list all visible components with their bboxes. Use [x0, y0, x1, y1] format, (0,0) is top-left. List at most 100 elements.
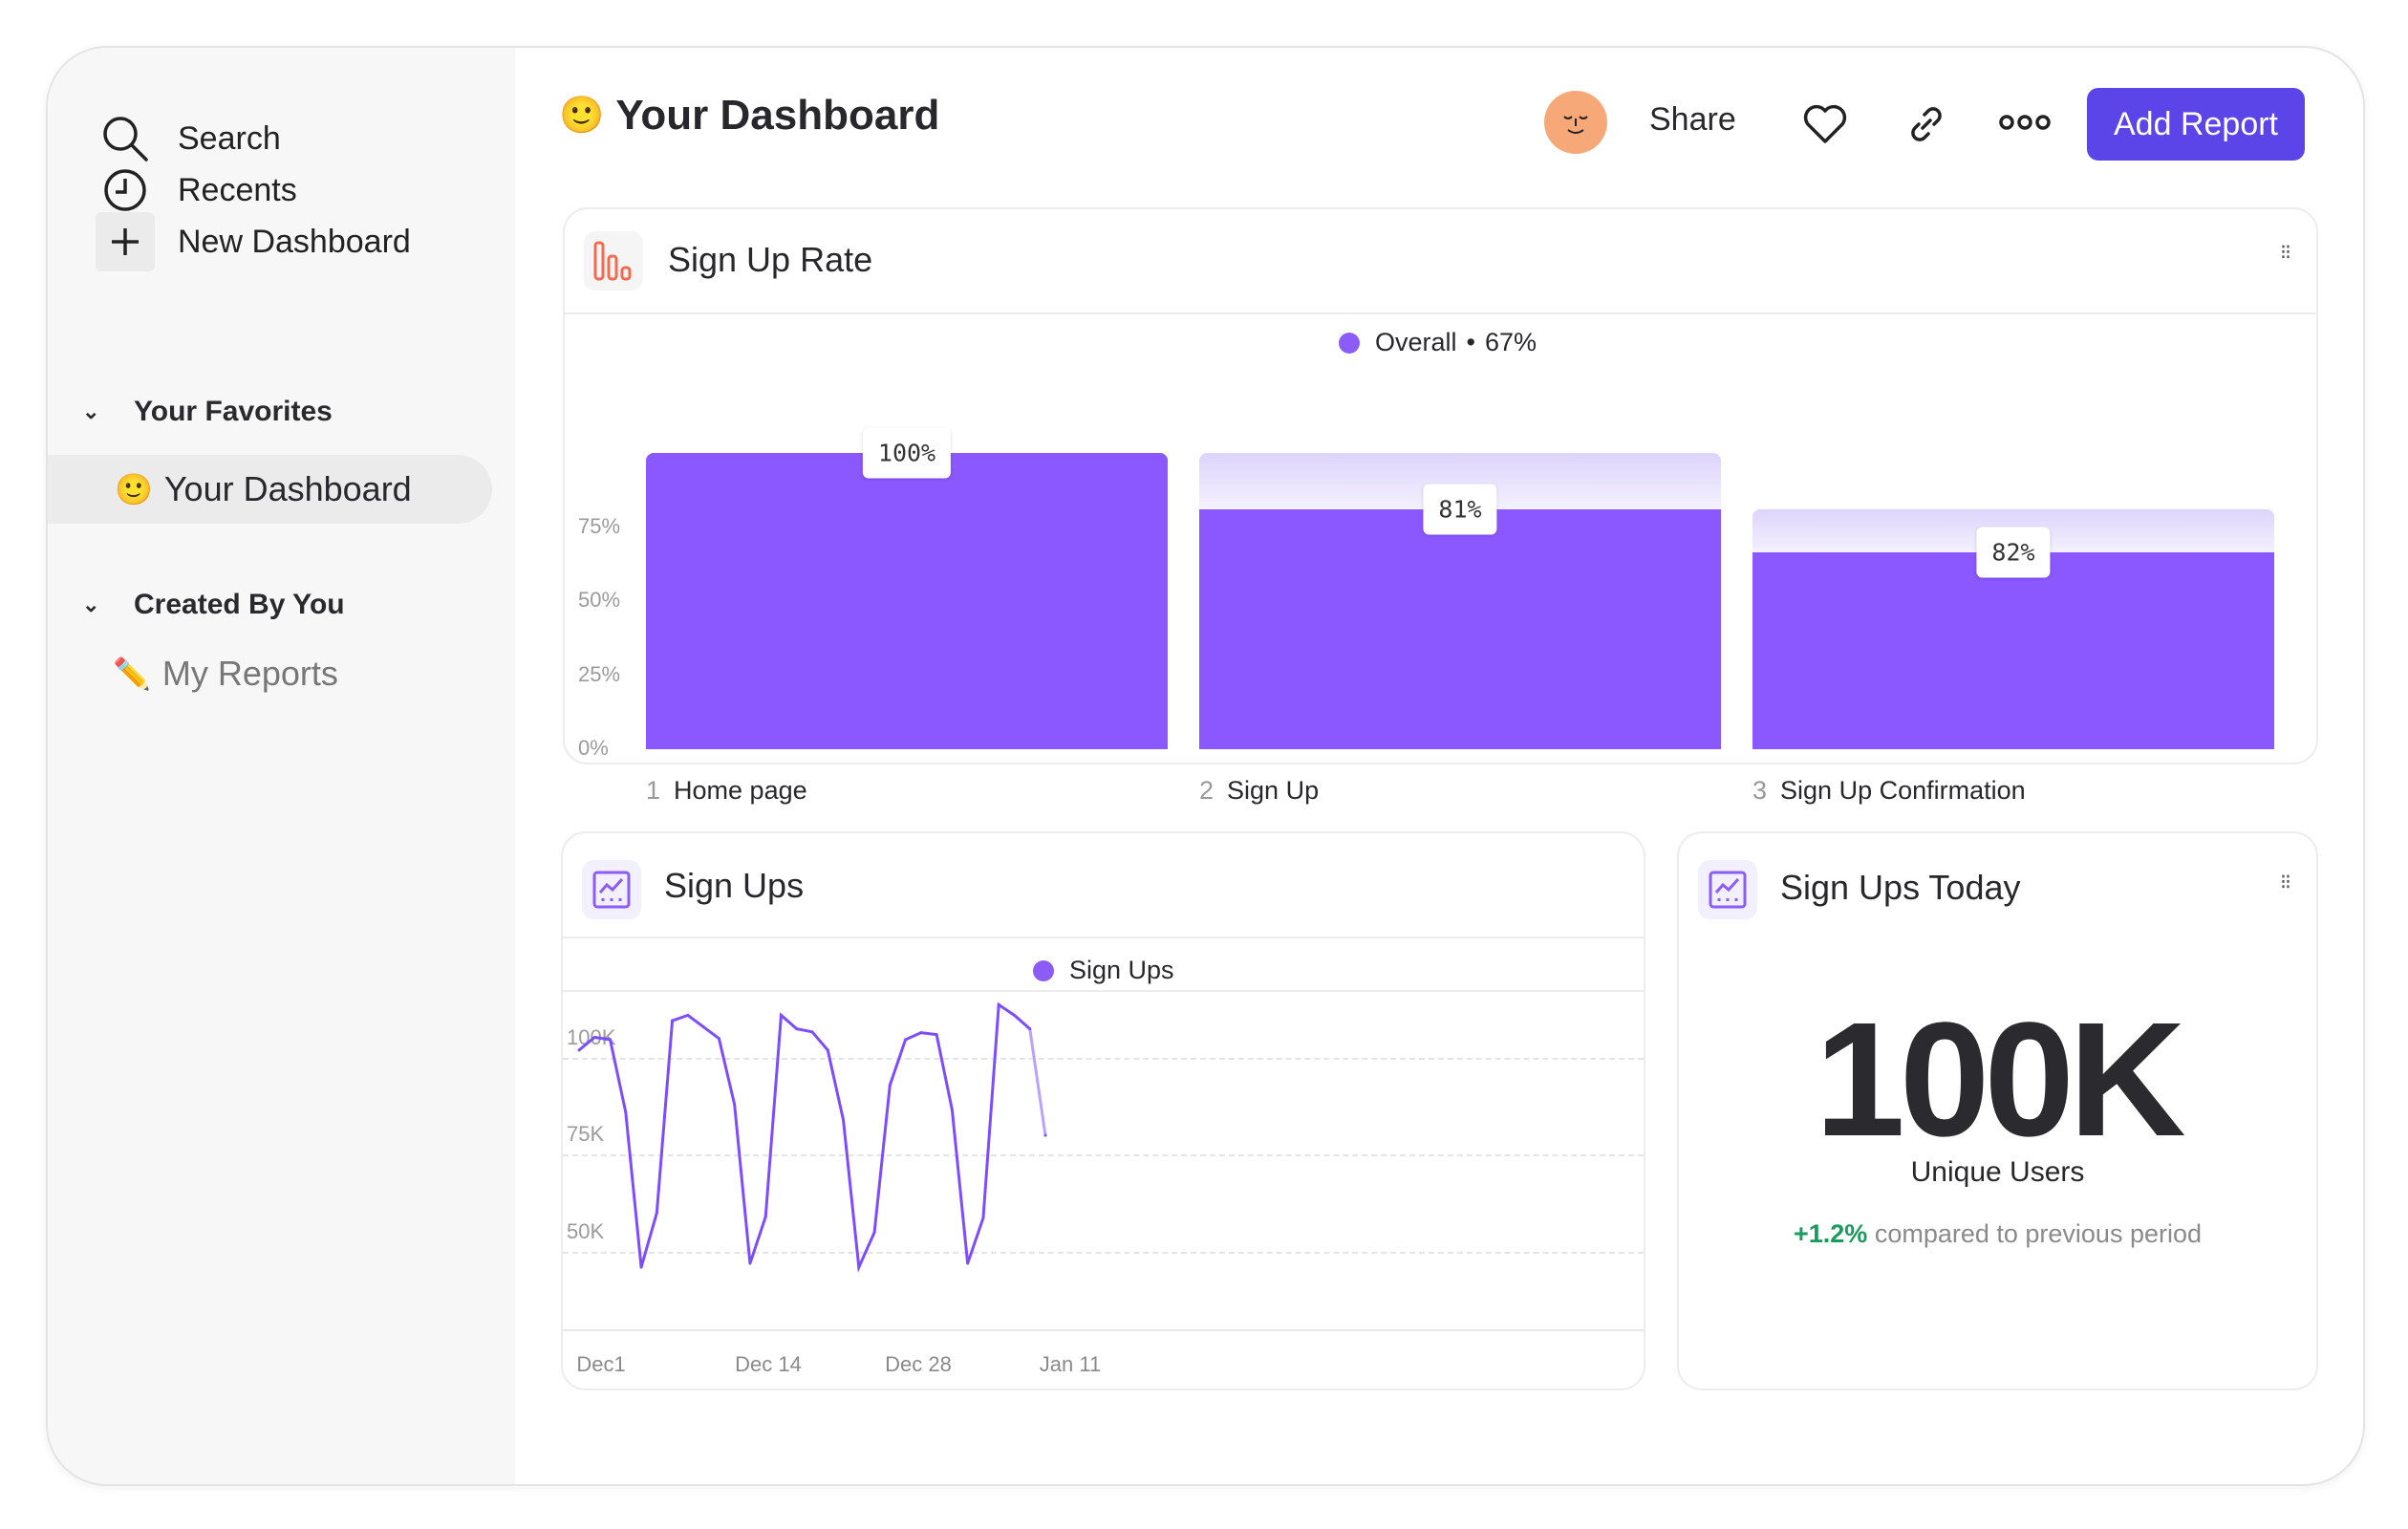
chevron-down-icon: ⌄: [82, 592, 100, 616]
step-label: 2 Sign Up: [1199, 776, 1319, 806]
data-point: [609, 1038, 613, 1042]
recents-label: Recents: [178, 171, 297, 208]
funnel-bar: [1752, 552, 2274, 749]
step-name: Sign Up Confirmation: [1780, 776, 2026, 805]
data-point: [935, 1033, 938, 1037]
change-summary: +1.2% compared to previous period: [1679, 1219, 2316, 1249]
data-point: [842, 1118, 846, 1122]
line-chart-icon: [1698, 860, 1757, 919]
drag-handle-icon[interactable]: ⁝⁝: [2280, 872, 2291, 893]
data-point: [966, 1261, 970, 1265]
sign-ups-card: Sign Ups Sign Ups 50K 75K 100K Dec1 Dec 14 De…: [561, 831, 1645, 1390]
new-dashboard-label: New Dashboard: [178, 223, 411, 260]
y-tick-label: 25%: [578, 661, 621, 686]
created-header: Created By You: [134, 589, 345, 620]
smiley-icon: 🙂: [559, 96, 605, 136]
step-label: 1 Home page: [646, 776, 807, 806]
data-point: [904, 1038, 908, 1042]
chevron-down-icon: ⌄: [82, 399, 100, 423]
data-point: [826, 1048, 829, 1052]
divider: [565, 312, 2316, 314]
data-point: [950, 1108, 954, 1111]
legend-separator: •: [1466, 328, 1475, 356]
legend-label: Overall: [1375, 328, 1457, 356]
data-label: 82%: [1976, 527, 2051, 578]
line-series: [577, 1001, 1047, 1273]
favorites-header: Your Favorites: [134, 396, 333, 427]
pencil-icon: ✏️: [113, 657, 151, 691]
data-point: [592, 1035, 596, 1039]
my-reports-label: My Reports: [161, 654, 338, 693]
data-point: [857, 1265, 861, 1269]
sign-ups-line: [578, 1001, 1031, 1273]
app-window: Search Recents New Dashboard ⌄ Your Favo…: [46, 46, 2365, 1486]
more-icon: [1999, 115, 2051, 130]
clock-icon: [96, 161, 155, 220]
avatar-face-icon: [1563, 116, 1588, 134]
share-button[interactable]: Share: [1649, 101, 1736, 139]
y-tick-label: 75%: [578, 513, 621, 538]
favorite-button[interactable]: [1802, 103, 1848, 150]
step-number: 3: [1752, 776, 1768, 805]
favorite-label: Your Dashboard: [163, 469, 412, 508]
sidebar-search[interactable]: Search: [96, 109, 281, 168]
sign-ups-today-card: Sign Ups Today ⁝⁝ 100K Unique Users +1.2…: [1677, 831, 2318, 1390]
sign-ups-line-incomplete: [1028, 1028, 1047, 1136]
sidebar-item-my-reports[interactable]: ✏️ My Reports: [113, 654, 338, 694]
x-tick-label: Dec 14: [735, 1352, 802, 1376]
link-icon: [1911, 107, 1942, 141]
sidebar: Search Recents New Dashboard ⌄ Your Favo…: [48, 48, 515, 1484]
data-point: [624, 1110, 628, 1114]
search-label: Search: [178, 119, 281, 157]
plus-icon: [96, 212, 155, 271]
avatar[interactable]: [1544, 91, 1607, 154]
data-point: [1028, 1027, 1032, 1031]
sidebar-item-your-dashboard[interactable]: 🙂 Your Dashboard: [48, 455, 492, 524]
funnel-chart-icon: [584, 231, 643, 291]
copy-link-button[interactable]: [1905, 103, 1947, 150]
data-label: 100%: [862, 427, 952, 479]
favorites-section-toggle[interactable]: ⌄ Your Favorites: [82, 396, 333, 428]
data-point: [717, 1037, 720, 1041]
smiley-icon: 🙂: [115, 472, 153, 506]
y-tick-label: 0%: [578, 736, 609, 760]
data-point: [888, 1083, 892, 1087]
sidebar-recents[interactable]: Recents: [96, 161, 297, 220]
data-point: [981, 1217, 985, 1220]
search-icon: [96, 109, 155, 168]
data-label: 81%: [1423, 484, 1497, 535]
data-point: [810, 1030, 814, 1034]
data-point: [655, 1211, 658, 1215]
sign-up-rate-card: Sign Up Rate ⁝⁝ Overall • 67% 0% 25% 50% 75…: [563, 207, 2318, 805]
x-tick-label: Dec1: [576, 1352, 626, 1376]
sidebar-new-dashboard[interactable]: New Dashboard: [96, 212, 411, 271]
drag-handle-icon[interactable]: ⁝⁝: [2280, 242, 2291, 263]
funnel-bar: [1199, 508, 1721, 749]
data-point: [733, 1103, 737, 1107]
data-point: [997, 1002, 1000, 1006]
more-button[interactable]: [1999, 111, 2051, 139]
data-point: [779, 1013, 783, 1017]
add-report-button[interactable]: Add Report: [2087, 88, 2305, 161]
change-value: +1.2%: [1793, 1219, 1868, 1248]
data-point: [701, 1025, 705, 1029]
data-point: [577, 1048, 581, 1052]
data-point: [639, 1265, 643, 1269]
data-point: [686, 1013, 690, 1017]
change-text: compared to previous period: [1874, 1219, 2203, 1248]
data-point: [872, 1231, 876, 1235]
page-title-text: Your Dashboard: [615, 92, 940, 139]
step-name: Sign Up: [1227, 776, 1320, 805]
data-point: [795, 1027, 799, 1031]
x-tick-label: Dec 28: [885, 1352, 952, 1376]
metric-label: Unique Users: [1910, 1156, 2085, 1188]
data-point: [748, 1261, 752, 1265]
created-section-toggle[interactable]: ⌄ Created By You: [82, 589, 345, 621]
step-name: Home page: [674, 776, 807, 805]
data-point: [671, 1019, 675, 1023]
x-tick-label: Jan 11: [1039, 1352, 1102, 1376]
step-number: 1: [646, 776, 661, 805]
legend-value: 67%: [1484, 328, 1537, 356]
y-tick-label: 50%: [578, 588, 621, 612]
data-point: [763, 1215, 767, 1218]
